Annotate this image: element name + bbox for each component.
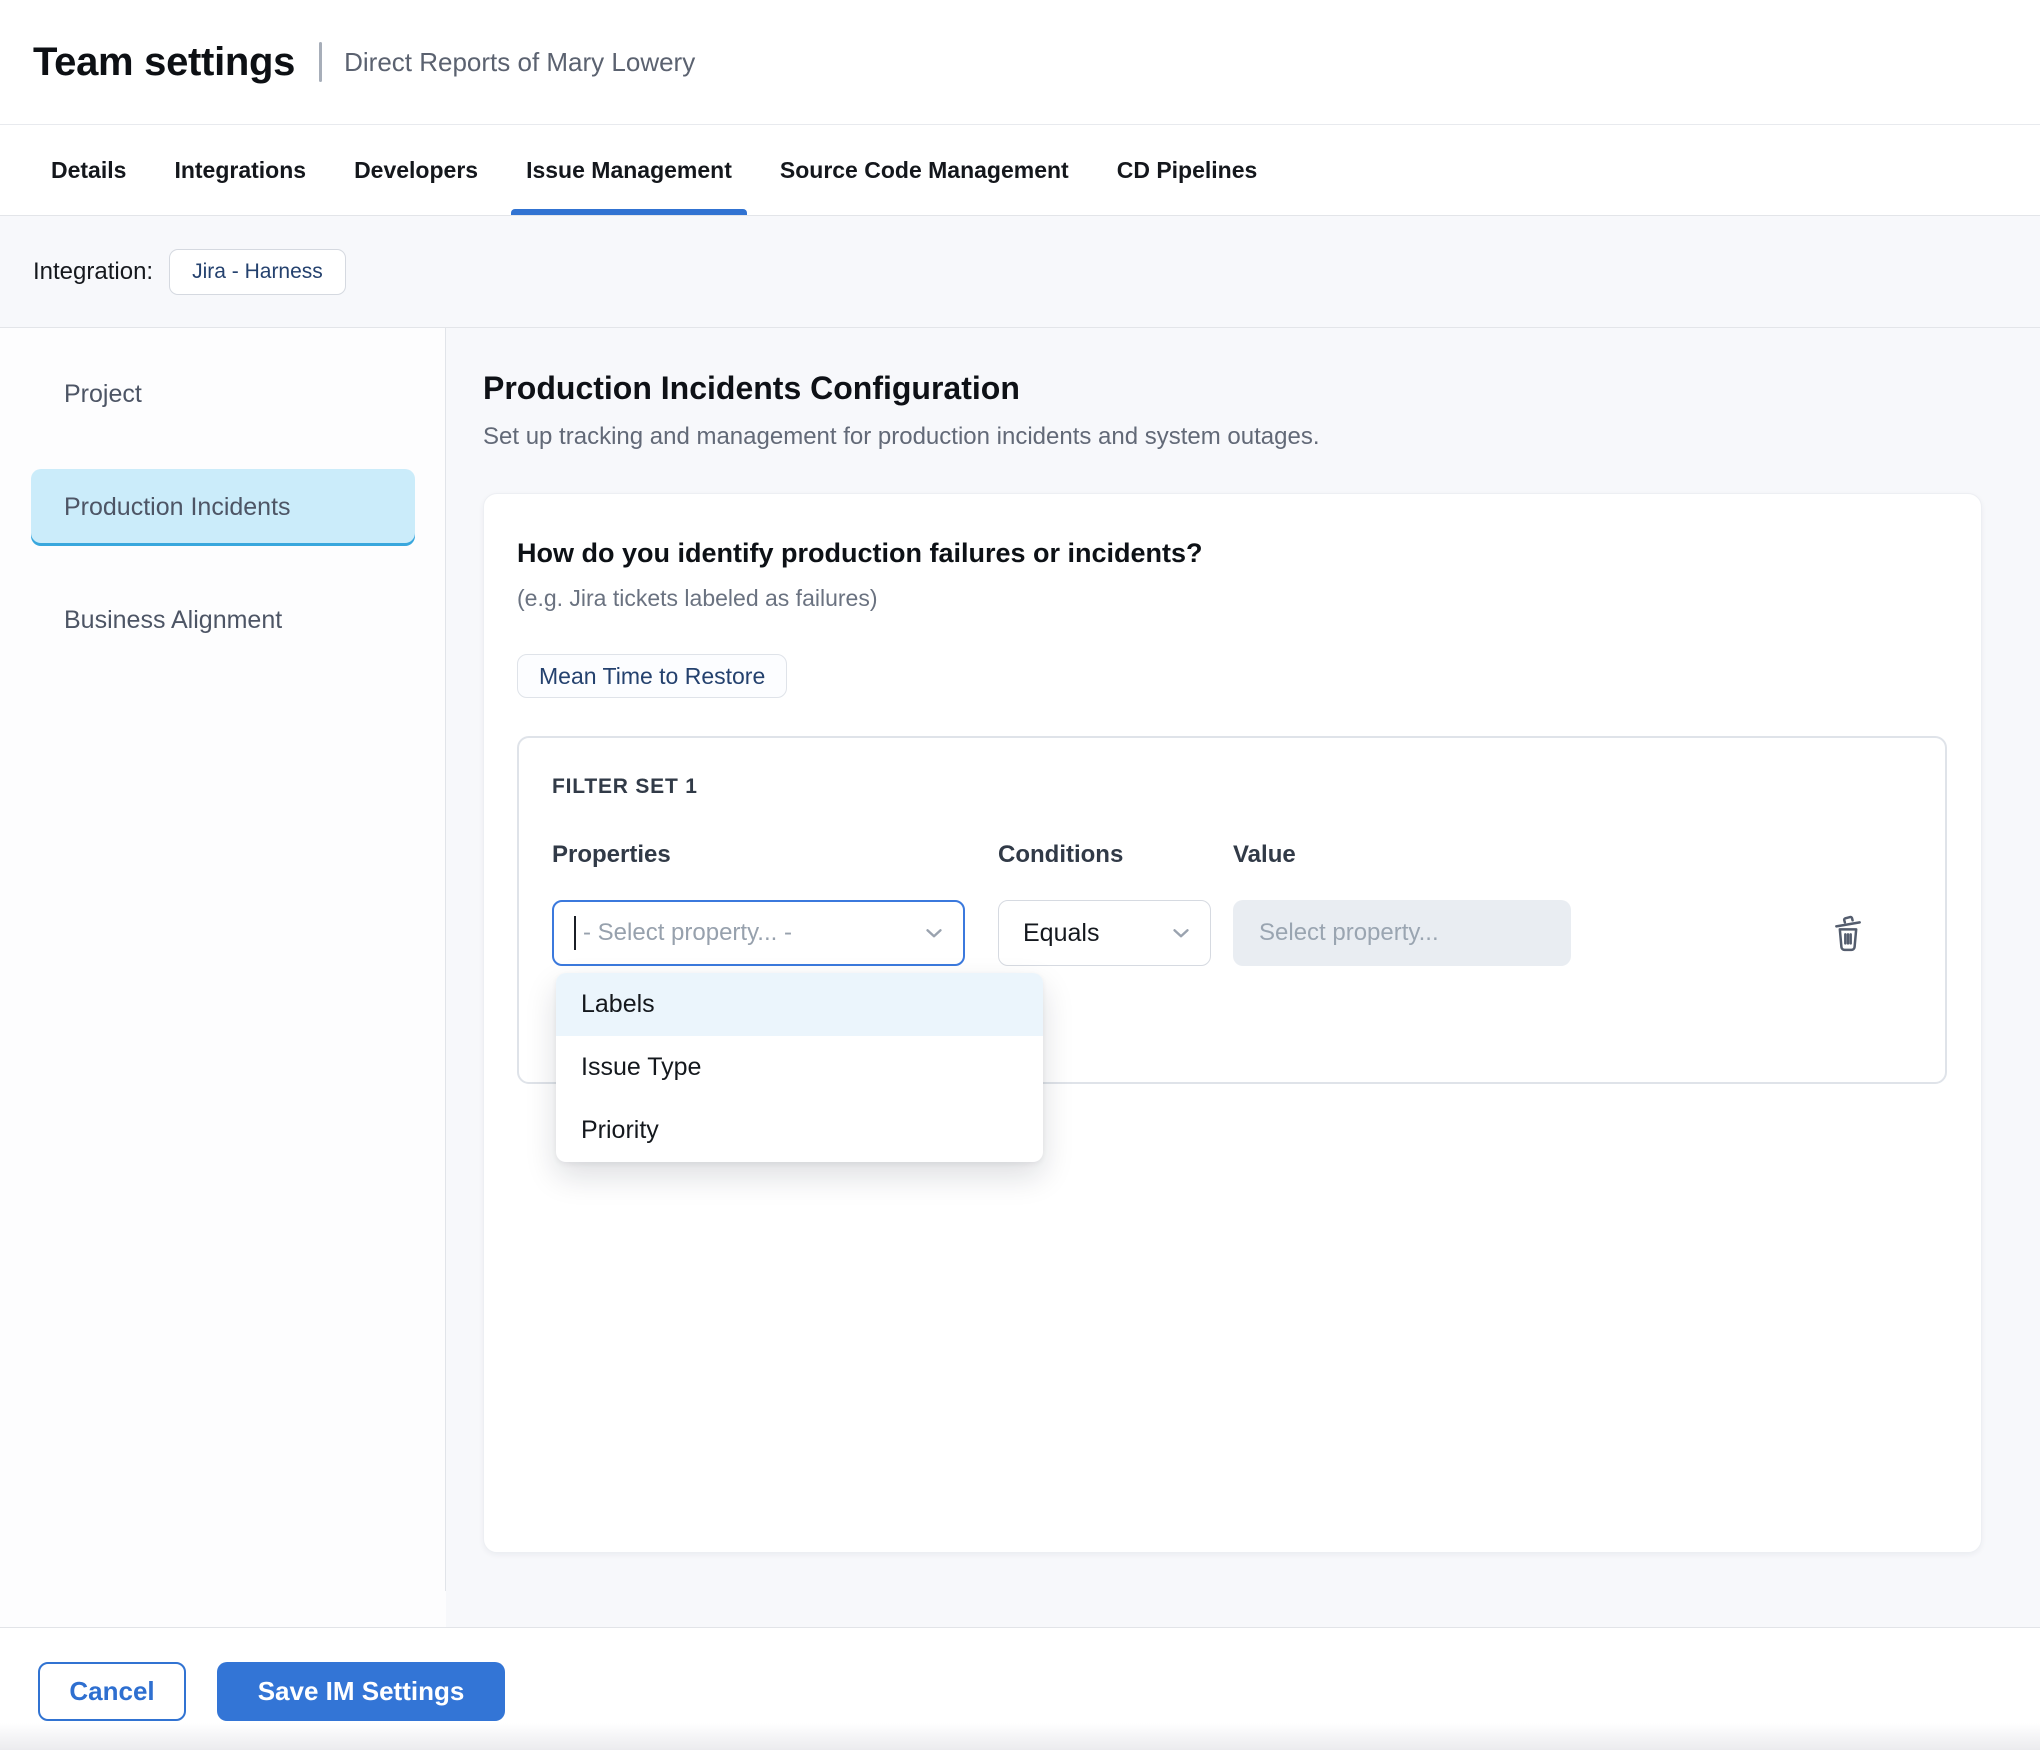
- cancel-button[interactable]: Cancel: [38, 1662, 186, 1721]
- tab-cd-pipelines[interactable]: CD Pipelines: [1102, 125, 1273, 215]
- property-select[interactable]: - Select property... -: [552, 900, 965, 966]
- text-cursor-caret: [574, 916, 576, 950]
- condition-select[interactable]: Equals: [998, 900, 1211, 966]
- team-settings-page: Team settings Direct Reports of Mary Low…: [0, 0, 2040, 1750]
- value-column-label: Value: [1233, 841, 1571, 869]
- section-subtitle: Set up tracking and management for produ…: [483, 423, 2040, 451]
- tab-issue-management[interactable]: Issue Management: [511, 125, 747, 215]
- tab-source-code-management[interactable]: Source Code Management: [765, 125, 1084, 215]
- conditions-column-label: Conditions: [998, 841, 1211, 869]
- property-select-placeholder: - Select property... -: [583, 919, 792, 947]
- team-name-subtitle: Direct Reports of Mary Lowery: [344, 47, 695, 78]
- sidebar-item-project[interactable]: Project: [31, 356, 415, 433]
- condition-select-value: Equals: [1023, 919, 1099, 948]
- filter-set-panel: FILTER SET 1 Properties Conditions Value…: [517, 736, 1947, 1084]
- properties-column-label: Properties: [552, 841, 965, 869]
- tab-developers[interactable]: Developers: [339, 125, 493, 215]
- settings-tabbar: Details Integrations Developers Issue Ma…: [0, 125, 2040, 216]
- filter-column-labels: Properties Conditions Value: [552, 841, 1945, 869]
- value-input-placeholder: Select property...: [1259, 919, 1439, 947]
- question-hint: (e.g. Jira tickets labeled as failures): [517, 585, 1948, 612]
- incidents-config-card: How do you identify production failures …: [483, 493, 1982, 1553]
- chevron-down-icon: [1168, 920, 1194, 946]
- property-select-wrapper: - Select property... - Labels Issue Type…: [552, 900, 965, 966]
- integration-row: Integration: Jira - Harness: [0, 216, 2040, 328]
- metric-tab-mean-time-to-restore[interactable]: Mean Time to Restore: [517, 654, 787, 698]
- sidebar-item-production-incidents[interactable]: Production Incidents: [31, 469, 415, 546]
- delete-filter-button[interactable]: [1826, 909, 1870, 957]
- page-title: Team settings: [33, 40, 295, 85]
- dropdown-option-issue-type[interactable]: Issue Type: [556, 1036, 1043, 1099]
- integration-label: Integration:: [33, 258, 153, 286]
- sidebar-divider: [445, 328, 446, 1591]
- question-heading: How do you identify production failures …: [517, 538, 1948, 569]
- footer-actions: Cancel Save IM Settings: [0, 1627, 2040, 1750]
- page-header: Team settings Direct Reports of Mary Low…: [0, 0, 2040, 125]
- value-input[interactable]: Select property...: [1233, 900, 1571, 966]
- main-panel: Production Incidents Configuration Set u…: [446, 328, 2040, 1627]
- sidebar-item-business-alignment[interactable]: Business Alignment: [31, 582, 415, 659]
- settings-sidebar: Project Production Incidents Business Al…: [0, 328, 446, 1627]
- trash-icon: [1828, 910, 1868, 957]
- filter-controls-row: - Select property... - Labels Issue Type…: [552, 900, 1945, 966]
- tab-integrations[interactable]: Integrations: [159, 125, 321, 215]
- content-area: Project Production Incidents Business Al…: [0, 328, 2040, 1627]
- integration-chip[interactable]: Jira - Harness: [169, 249, 346, 295]
- section-title: Production Incidents Configuration: [483, 370, 2040, 407]
- property-dropdown-menu: Labels Issue Type Priority: [556, 973, 1043, 1162]
- chevron-down-icon: [921, 920, 947, 946]
- tab-details[interactable]: Details: [36, 125, 141, 215]
- save-im-settings-button[interactable]: Save IM Settings: [217, 1662, 505, 1721]
- title-separator: [319, 42, 322, 82]
- filter-set-title: FILTER SET 1: [552, 775, 1945, 799]
- dropdown-option-priority[interactable]: Priority: [556, 1099, 1043, 1162]
- dropdown-option-labels[interactable]: Labels: [556, 973, 1043, 1036]
